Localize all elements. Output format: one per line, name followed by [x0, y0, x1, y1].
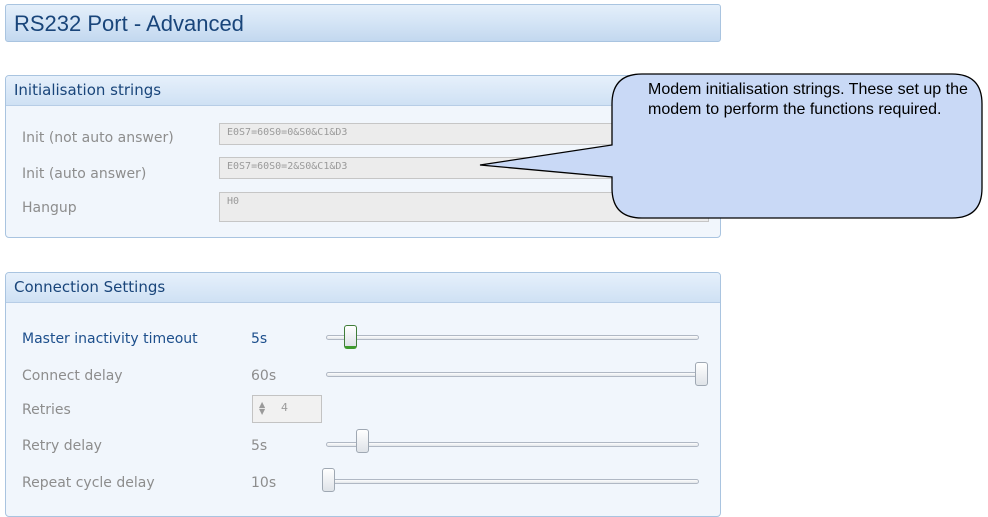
callout-bubble: [479, 73, 983, 219]
callout-text: Modem initialisation strings. These set …: [648, 81, 968, 118]
